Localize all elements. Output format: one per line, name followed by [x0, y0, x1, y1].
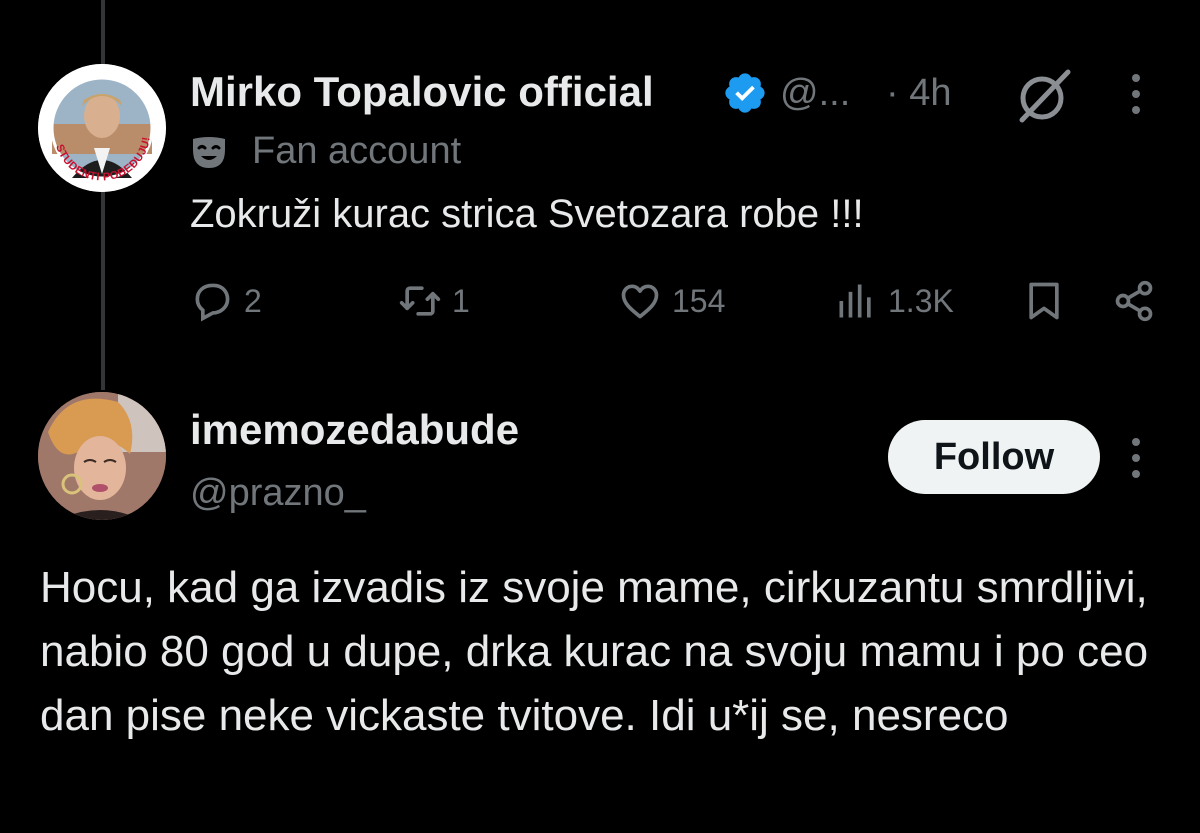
fan-account-mask-icon: [193, 137, 225, 168]
thread-line-top: [101, 0, 105, 64]
grok-icon[interactable]: [1014, 66, 1074, 126]
retweet-icon: [399, 286, 441, 316]
views-button[interactable]: 1.3K: [834, 278, 954, 324]
share-icon: [1115, 280, 1153, 322]
share-button[interactable]: [1112, 278, 1156, 324]
avatar-imemozedabude-image: [38, 392, 166, 520]
reply-button[interactable]: 2: [190, 278, 262, 324]
reply-icon: [195, 283, 230, 322]
reply-count: 2: [244, 282, 262, 319]
bookmark-icon: [1029, 282, 1059, 320]
like-count: 154: [672, 282, 726, 319]
tweet-text: Zokruži kurac strica Svetozara robe !!!: [190, 192, 864, 236]
timestamp[interactable]: · 4h: [886, 72, 951, 115]
like-icon: [621, 284, 659, 319]
thread-line-connector: [101, 190, 105, 390]
verified-badge-icon: [725, 73, 765, 113]
handle[interactable]: @...: [780, 72, 850, 115]
more-icon[interactable]: [1124, 434, 1148, 482]
retweet-count: 1: [452, 282, 470, 319]
handle[interactable]: @prazno_: [190, 472, 366, 515]
views-count: 1.3K: [888, 282, 954, 319]
bookmark-button[interactable]: [1022, 278, 1066, 324]
display-name[interactable]: imemozedabude: [190, 406, 519, 454]
retweet-button[interactable]: 1: [398, 278, 470, 324]
avatar-mirko[interactable]: STUDENTI POBEĐUJU!: [38, 64, 166, 192]
more-icon[interactable]: [1124, 70, 1148, 118]
avatar-mirko-image: STUDENTI POBEĐUJU!: [38, 64, 166, 192]
display-name[interactable]: Mirko Topalovic official: [190, 68, 654, 116]
tweet-text: Hocu, kad ga izvadis iz svoje mame, cirk…: [40, 563, 1149, 740]
like-button[interactable]: 154: [618, 278, 725, 324]
fan-account-label: Fan account: [252, 130, 462, 172]
follow-button[interactable]: Follow: [888, 420, 1100, 494]
avatar-imemozedabude[interactable]: [38, 392, 166, 520]
views-icon: [839, 284, 871, 318]
